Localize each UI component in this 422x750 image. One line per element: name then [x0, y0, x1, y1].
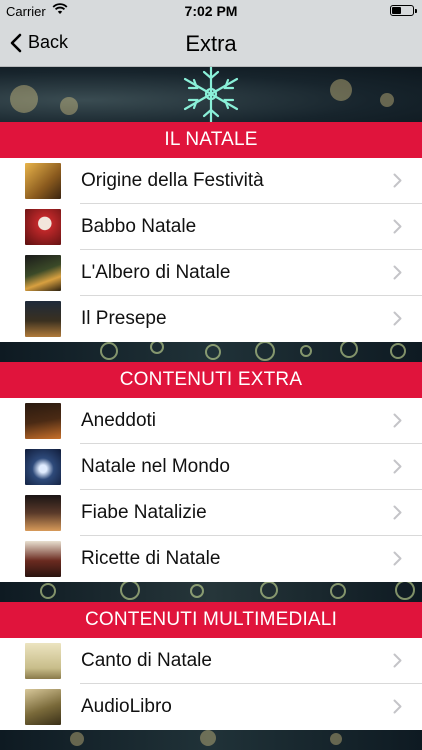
book-cover-thumbnail	[25, 643, 61, 679]
list-item-origine-della-festivita[interactable]: Origine della Festività	[0, 158, 422, 204]
chevron-right-icon	[393, 311, 402, 326]
christmas-tree-thumbnail	[25, 163, 61, 199]
nativity-thumbnail	[25, 301, 61, 337]
list-item-label: L'Albero di Natale	[81, 262, 231, 283]
navigation-bar: Back Extra	[0, 22, 422, 67]
chevron-right-icon	[393, 413, 402, 428]
chevron-right-icon	[393, 459, 402, 474]
list-item-label: Fiabe Natalizie	[81, 502, 207, 523]
list-item-label: Canto di Natale	[81, 650, 212, 671]
santa-claus-thumbnail	[25, 209, 61, 245]
status-time: 7:02 PM	[184, 3, 238, 19]
list-item-label: AudioLibro	[81, 696, 172, 717]
list-item-label: Origine della Festività	[81, 170, 264, 191]
list-item-fiabe-natalizie[interactable]: Fiabe Natalizie	[0, 490, 422, 536]
fireplace-thumbnail	[25, 403, 61, 439]
section-header-contenuti-multimediali: CONTENUTI MULTIMEDIALI	[0, 602, 422, 638]
list-item-label: Ricette di Natale	[81, 548, 221, 569]
list-item-label: Natale nel Mondo	[81, 456, 230, 477]
list-item-audiolibro[interactable]: AudioLibro	[0, 684, 422, 730]
list-contenuti-multimediali: Canto di Natale AudioLibro	[0, 638, 422, 730]
bokeh-divider	[0, 580, 422, 602]
cake-thumbnail	[25, 541, 61, 577]
chevron-right-icon	[393, 505, 402, 520]
christmas-tree-thumbnail	[25, 255, 61, 291]
section-header-il-natale: IL NATALE	[0, 122, 422, 158]
status-bar: Carrier 7:02 PM	[0, 0, 422, 22]
snow-tree-thumbnail	[25, 449, 61, 485]
chevron-right-icon	[393, 219, 402, 234]
list-contenuti-extra: Aneddoti Natale nel Mondo Fiabe Natalizi…	[0, 398, 422, 582]
header-background-image	[0, 67, 422, 122]
chevron-right-icon	[393, 173, 402, 188]
bokeh-divider	[0, 340, 422, 362]
list-item-il-presepe[interactable]: Il Presepe	[0, 296, 422, 342]
cottage-thumbnail	[25, 495, 61, 531]
page-title: Extra	[185, 31, 237, 56]
bokeh-divider	[0, 728, 422, 750]
list-il-natale: Origine della Festività Babbo Natale L'A…	[0, 158, 422, 342]
list-item-label: Aneddoti	[81, 410, 157, 431]
battery-icon	[390, 5, 417, 16]
list-item-babbo-natale[interactable]: Babbo Natale	[0, 204, 422, 250]
list-item-ricette-di-natale[interactable]: Ricette di Natale	[0, 536, 422, 582]
chevron-right-icon	[393, 653, 402, 668]
section-header-contenuti-extra: CONTENUTI EXTRA	[0, 362, 422, 398]
snowflake-icon	[183, 67, 239, 122]
chevron-right-icon	[393, 699, 402, 714]
list-item-label: Il Presepe	[81, 308, 167, 329]
list-item-label: Babbo Natale	[81, 216, 197, 237]
chevron-right-icon	[393, 265, 402, 280]
audiobook-thumbnail	[25, 689, 61, 725]
list-item-canto-di-natale[interactable]: Canto di Natale	[0, 638, 422, 684]
list-item-aneddoti[interactable]: Aneddoti	[0, 398, 422, 444]
list-item-natale-nel-mondo[interactable]: Natale nel Mondo	[0, 444, 422, 490]
list-item-albero-di-natale[interactable]: L'Albero di Natale	[0, 250, 422, 296]
chevron-right-icon	[393, 551, 402, 566]
